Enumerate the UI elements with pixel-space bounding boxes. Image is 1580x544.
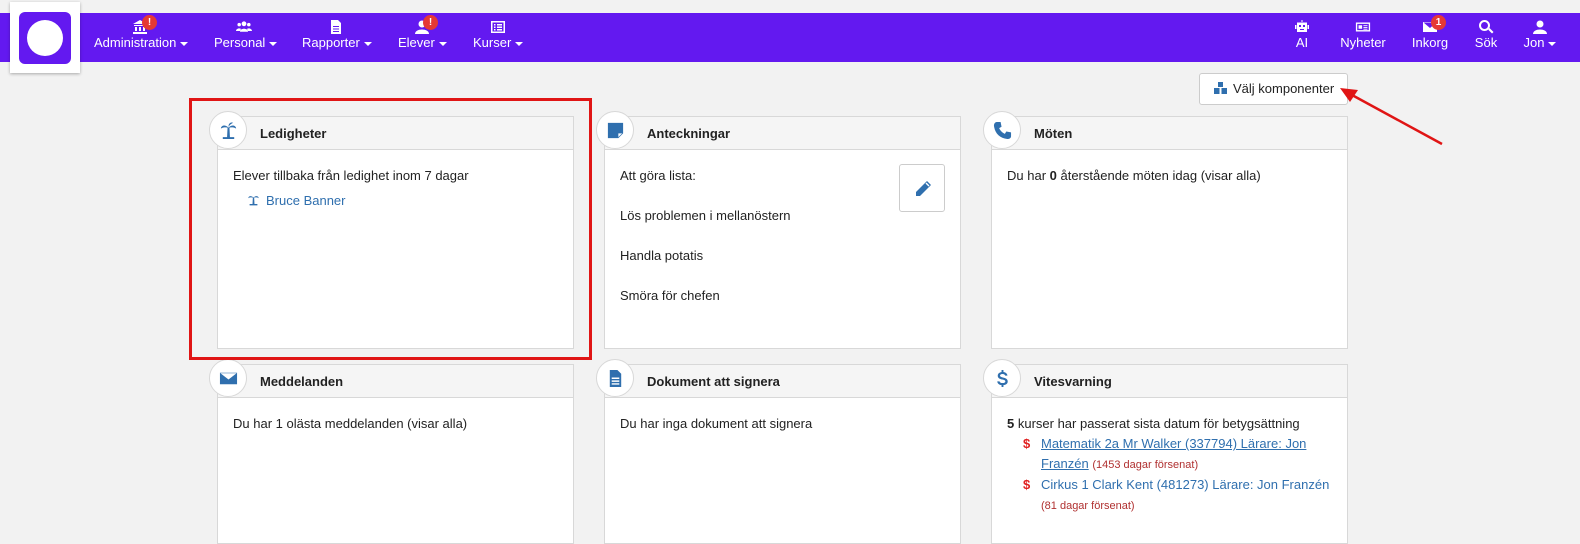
note-line: Lös problemen i mellanöstern <box>620 208 791 223</box>
list-alt-icon <box>473 13 523 35</box>
card-title: Meddelanden <box>218 365 573 398</box>
user-icon <box>1522 13 1558 35</box>
nav-administration-label: Administration <box>94 35 177 50</box>
late-label: (81 dagar försenat) <box>1041 500 1135 512</box>
nav-sok-label: Sök <box>1474 35 1498 50</box>
nav-inkorg-label: Inkorg <box>1411 35 1449 50</box>
nav-nyheter[interactable]: Nyheter <box>1338 13 1388 62</box>
card-title: Anteckningar <box>605 117 960 150</box>
caret-down-icon <box>269 41 278 46</box>
card-dokument: Dokument att signera Du har inga dokumen… <box>596 359 961 544</box>
sticky-note-icon <box>596 111 634 149</box>
pencil-icon <box>916 181 931 196</box>
robot-icon <box>1288 13 1316 35</box>
nav-ai[interactable]: AI <box>1288 13 1316 62</box>
dokument-text: Du har inga dokument att signera <box>620 416 813 431</box>
search-icon <box>1474 13 1498 35</box>
course-link-cont[interactable]: Franzén <box>1041 456 1089 471</box>
note-line: Smöra för chefen <box>620 288 720 303</box>
newspaper-icon <box>1338 13 1388 35</box>
bank-icon <box>94 13 186 35</box>
choose-components-button[interactable]: Välj komponenter <box>1199 73 1348 105</box>
nav-rapporter-label: Rapporter <box>302 35 360 50</box>
nav-user-menu[interactable]: Jon <box>1522 13 1558 62</box>
nav-sok[interactable]: Sök <box>1474 13 1498 62</box>
card-meddelanden: Meddelanden Du har 1 olästa meddelanden … <box>209 359 574 544</box>
card-title: Dokument att signera <box>605 365 960 398</box>
file-text-icon <box>302 13 370 35</box>
nav-personal-label: Personal <box>214 35 266 50</box>
annotation-arrow <box>1340 88 1443 146</box>
card-ledigheter: Ledigheter Elever tillbaka från ledighet… <box>209 111 574 349</box>
edit-notes-button[interactable] <box>899 164 945 212</box>
nav-personal[interactable]: Personal <box>214 13 278 62</box>
palm-tree-icon <box>248 196 259 206</box>
elever-alert-badge: ! <box>423 15 438 30</box>
file-text-icon <box>596 359 634 397</box>
card-anteckningar: Anteckningar Att göra lista: Lös problem… <box>596 111 961 349</box>
nav-kurser-label: Kurser <box>473 35 512 50</box>
card-title: Ledigheter <box>218 117 573 150</box>
nav-administration[interactable]: Administration ! <box>94 13 189 62</box>
show-all-link[interactable]: (visar alla) <box>1201 168 1261 183</box>
palm-tree-icon <box>209 111 247 149</box>
dollar-icon <box>983 359 1021 397</box>
dollar-icon: $ <box>1023 477 1031 492</box>
envelope-icon <box>209 359 247 397</box>
caret-down-icon <box>363 41 372 46</box>
administration-alert-badge: ! <box>142 15 157 30</box>
student-link[interactable]: Bruce Banner <box>266 193 346 208</box>
dollar-icon: $ <box>1023 436 1031 451</box>
late-label: (1453 dagar försenat) <box>1092 459 1199 471</box>
logo-mark <box>19 12 71 64</box>
top-strip <box>0 0 1580 13</box>
nav-rapporter[interactable]: Rapporter <box>302 13 372 62</box>
top-navbar: Administration ! Personal Rapporter Elev… <box>0 13 1580 62</box>
vitesvarning-text: kurser har passerat sista datum för bety… <box>1014 416 1300 431</box>
note-line: Handla potatis <box>620 248 704 263</box>
card-moten: Möten Du har 0 återstående möten idag (v… <box>983 111 1348 349</box>
caret-down-icon <box>180 41 189 46</box>
nav-elever[interactable]: Elever ! <box>398 13 447 62</box>
meddelanden-text[interactable]: Du har 1 olästa meddelanden (visar alla) <box>233 416 467 431</box>
cubes-icon <box>1214 82 1227 94</box>
card-title: Möten <box>992 117 1347 150</box>
users-icon <box>214 13 274 35</box>
caret-down-icon <box>1548 41 1557 46</box>
logo-circle-icon <box>27 20 63 56</box>
nav-kurser[interactable]: Kurser <box>473 13 524 62</box>
ledigheter-text: Elever tillbaka från ledighet inom 7 dag… <box>233 168 469 183</box>
inkorg-count-badge: 1 <box>1431 15 1446 30</box>
app-logo[interactable] <box>10 2 80 73</box>
moten-count: 0 <box>1049 168 1057 183</box>
nav-inkorg[interactable]: Inkorg 1 <box>1410 13 1450 62</box>
nav-user-label: Jon <box>1523 35 1545 50</box>
nav-ai-label: AI <box>1295 35 1309 50</box>
card-vitesvarning: Vitesvarning 5 kurser har passerat sista… <box>983 359 1348 544</box>
moten-suffix: återstående möten idag <box>1056 168 1201 183</box>
note-line: Att göra lista: <box>620 168 696 183</box>
phone-icon <box>983 111 1021 149</box>
caret-down-icon <box>438 41 447 46</box>
nav-nyheter-label: Nyheter <box>1340 35 1386 50</box>
nav-elever-label: Elever <box>398 35 435 50</box>
card-title: Vitesvarning <box>992 365 1347 398</box>
course-link[interactable]: Matematik 2a Mr Walker (337794) Lärare: … <box>1041 436 1306 451</box>
caret-down-icon <box>515 41 524 46</box>
course-item: $ Cirkus 1 Clark Kent (481273) Lärare: Jo… <box>1007 475 1332 516</box>
user-icon <box>398 13 446 35</box>
moten-prefix: Du har <box>1007 168 1050 183</box>
course-link[interactable]: Cirkus 1 Clark Kent (481273) Lärare: Jon… <box>1041 477 1329 492</box>
choose-components-label: Välj komponenter <box>1233 81 1335 96</box>
course-item: $ Matematik 2a Mr Walker (337794) Lärare:… <box>1007 434 1332 475</box>
